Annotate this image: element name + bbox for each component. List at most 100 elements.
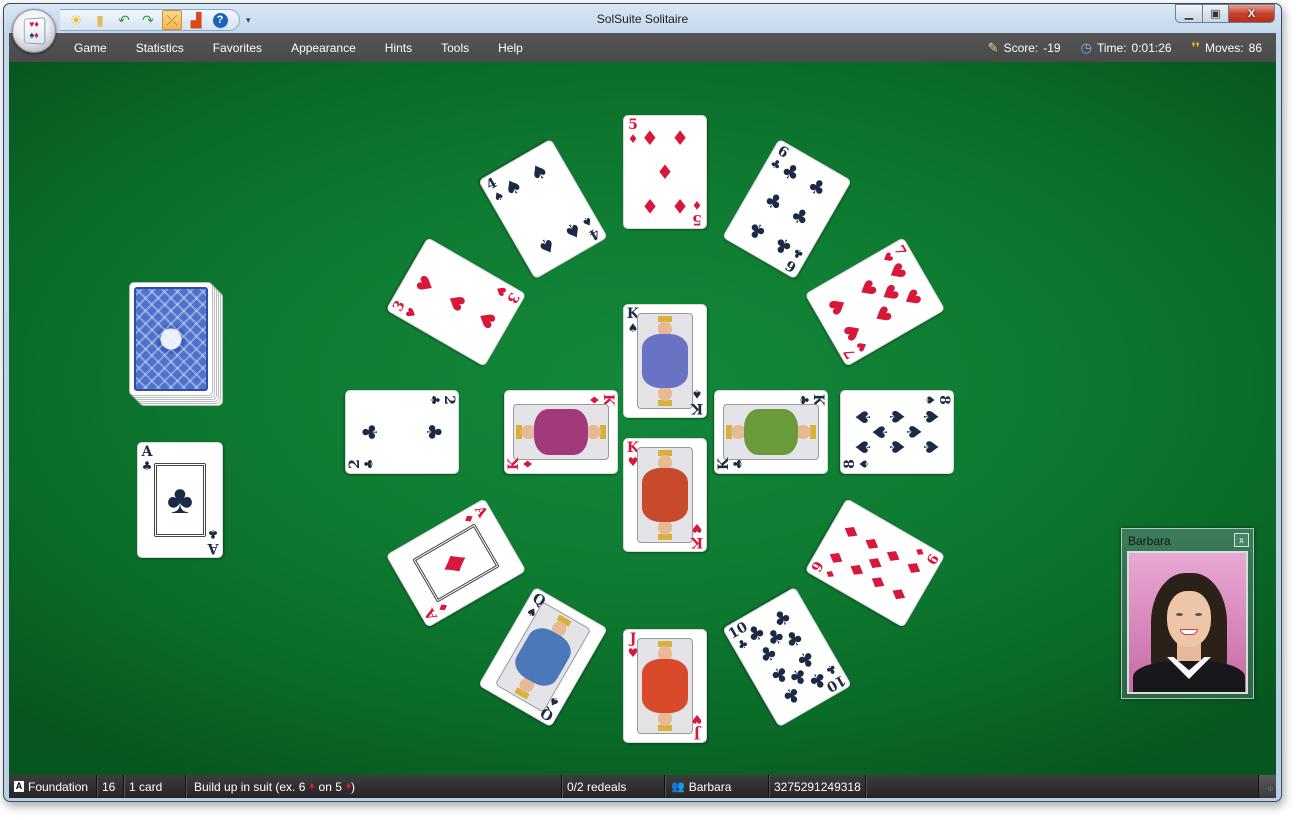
app-window: SolSuite Solitaire ▁ ▣ X ♥♦ ♠♦ ☀ ▮ ↶ ↷ ⤫ ▟? ▾ … xyxy=(3,3,1282,802)
main-menu: Game Statistics Favorites Appearance Hints To… xyxy=(62,41,536,55)
court-figure xyxy=(637,638,693,734)
card-jack-hearts[interactable]: J ♥ J ♥ xyxy=(623,629,707,743)
app-menu-button[interactable]: ♥♦ ♠♦ xyxy=(12,9,56,53)
menu-help[interactable]: Help xyxy=(482,41,536,55)
sun-icon: ☀ xyxy=(69,11,83,28)
card-king-spades[interactable]: K ♠ K ♠ xyxy=(623,304,707,418)
game-table: A ♣ ♣ A ♣ 5 ♦ ♦ ♦ ♦ ♦ ♦ 5 ♦ 6 ♣ ♣ ♣ ♣ ♣ ♣ ♣ 6 ♣ 7 ♥ ♥ ♥ ♥ ♥ ♥ ♥ ♥ 7 ♥ 8 ♠… xyxy=(9,62,1276,775)
suit-pip-icon: ♥ xyxy=(852,275,883,303)
waste-card-ace-clubs[interactable]: A ♣ ♣ A ♣ xyxy=(137,442,223,558)
figure-head xyxy=(658,386,672,401)
minimize-button[interactable]: ▁ xyxy=(1175,4,1203,23)
status-pile: A Foundation xyxy=(9,775,97,798)
figure-head xyxy=(796,425,811,439)
moves-label: Moves: xyxy=(1204,40,1244,55)
figure-head xyxy=(658,711,672,726)
card-seven-hearts[interactable]: 7 ♥ ♥ ♥ ♥ ♥ ♥ ♥ ♥ 7 ♥ xyxy=(804,237,946,367)
bar-chart-icon: ▟ xyxy=(190,11,202,28)
suit-pip-icon: ♥ xyxy=(867,301,898,329)
rule-text: ) xyxy=(350,779,355,794)
card-index: K ♣ xyxy=(716,457,745,471)
status-redeals-value: 0/2 redeals xyxy=(567,779,627,794)
undo-button[interactable]: ↶ xyxy=(114,10,134,30)
suit-pip-icon: ♥ xyxy=(441,288,471,316)
opponent-name: Barbara xyxy=(1128,534,1171,548)
card-four-spades[interactable]: 4 ♠ ♠ ♠ ♠ ♠ 4 ♠ xyxy=(478,138,608,280)
card-pips: ♣ ♣ ♣ ♣ ♣ ♣ ♣ ♣ ♣ ♣ xyxy=(739,600,836,714)
menu-favorites[interactable]: Favorites xyxy=(197,41,275,55)
close-button[interactable]: X xyxy=(1229,4,1275,23)
customize-toolbar-dropdown[interactable]: ▾ xyxy=(246,15,251,26)
figure-robe xyxy=(642,352,688,388)
suit-pip-icon: ♦ xyxy=(656,160,674,184)
status-cards: 1 card xyxy=(124,775,186,798)
menu-tools[interactable]: Tools xyxy=(425,41,482,55)
clock-icon: ◷ xyxy=(1080,39,1092,55)
time-stat: ◷ Time: 0:01:26 xyxy=(1081,40,1172,56)
suit-pip-icon: ♣ xyxy=(777,157,805,187)
card-ace-diamonds[interactable]: A ♦ ♦ A ♦ xyxy=(385,498,527,628)
figure-robe xyxy=(642,486,688,522)
card-ten-clubs[interactable]: 10 ♣ ♣ ♣ ♣ ♣ ♣ ♣ ♣ ♣ ♣ ♣ 10 ♣ xyxy=(722,586,852,728)
status-rule: Build up in suit (ex. 6 ♦ on 5 ♦) xyxy=(186,775,562,798)
redo-arrow-icon: ↷ xyxy=(142,11,154,28)
menu-appearance[interactable]: Appearance xyxy=(275,41,369,55)
ace-center-pip: ♦ xyxy=(412,523,500,603)
suit-pip-icon: ♠ xyxy=(559,216,587,246)
suit-pip-icon: ♥ xyxy=(874,279,905,308)
menu-hints[interactable]: Hints xyxy=(369,41,425,55)
statistics-button[interactable]: ▟ xyxy=(186,10,206,30)
redo-button[interactable]: ↷ xyxy=(138,10,158,30)
suit-pip-icon: ♥ xyxy=(897,284,927,312)
footprints-icon: ❜❜ xyxy=(1191,39,1200,55)
card-eight-spades[interactable]: 8 ♠ ♠ ♠ ♠ ♠ ♠ ♠ ♠ ♠ 8 ♠ xyxy=(840,390,954,474)
court-figure xyxy=(637,313,693,409)
status-player: 👥 Barbara xyxy=(665,775,769,798)
card-index: J ♥ xyxy=(691,712,703,741)
card-pips: ♣ ♣ ♣ ♣ ♣ ♣ xyxy=(739,152,836,266)
card-three-hearts[interactable]: 3 ♥ ♥ ♥ ♥ 3 ♥ xyxy=(385,237,527,367)
maximize-icon: ▣ xyxy=(1210,8,1221,20)
game-stats: ✎ Score: -19 ◷ Time: 0:01:26 ❜❜ Moves: 8… xyxy=(988,33,1262,62)
suit-pip-icon: ♠ xyxy=(851,438,875,457)
court-figure-half xyxy=(638,486,692,542)
suit-pip-icon: ♦ xyxy=(640,126,659,150)
opponent-panel[interactable]: Barbara x xyxy=(1121,528,1254,699)
card-five-diamonds[interactable]: 5 ♦ ♦ ♦ ♦ ♦ ♦ 5 ♦ xyxy=(623,115,707,229)
ace-center-pip: ♣ xyxy=(154,463,206,537)
folder-icon: ▮ xyxy=(96,11,104,28)
figure-head xyxy=(586,425,601,439)
suit-pip-icon: ♥ xyxy=(471,305,502,334)
hint-button[interactable]: ⤫ xyxy=(162,10,182,30)
card-six-clubs[interactable]: 6 ♣ ♣ ♣ ♣ ♣ ♣ ♣ 6 ♣ xyxy=(722,138,852,280)
undo-arrow-icon: ↶ xyxy=(118,11,130,28)
status-game-number: 3275291249318 xyxy=(769,775,866,798)
card-index: K ♠ xyxy=(690,387,704,416)
opponent-close-button[interactable]: x xyxy=(1234,533,1249,547)
card-index-top: A ♣ xyxy=(141,444,153,473)
card-king-hearts[interactable]: K ♥ K ♥ xyxy=(623,438,707,552)
avatar-face xyxy=(1167,591,1211,647)
card-index-bottom: A ♣ xyxy=(207,527,219,556)
card-king-diamonds[interactable]: K ♦ K ♦ xyxy=(504,390,618,474)
help-button[interactable]: ? xyxy=(210,10,230,30)
help-icon: ? xyxy=(212,12,228,28)
card-pips: ♥ ♥ ♥ xyxy=(399,254,513,351)
card-index: 8 ♠ xyxy=(842,458,871,470)
new-game-button[interactable]: ☀ xyxy=(66,10,86,30)
card-queen-spades[interactable]: Q ♠ Q ♠ xyxy=(478,586,608,728)
card-back[interactable] xyxy=(129,282,213,396)
menu-statistics[interactable]: Statistics xyxy=(120,41,197,55)
maximize-button[interactable]: ▣ xyxy=(1203,4,1229,23)
suit-pip-icon: ♠ xyxy=(525,157,553,187)
menu-game[interactable]: Game xyxy=(62,41,120,55)
open-button[interactable]: ▮ xyxy=(90,10,110,30)
card-king-clubs[interactable]: K ♣ K ♣ xyxy=(714,390,828,474)
card-nine-diamonds[interactable]: 9 ♦ ♦ ♦ ♦ ♦ ♦ ♦ ♦ ♦ ♦ 9 ♦ xyxy=(804,498,946,628)
card-pips: ♣ ♣ xyxy=(352,405,452,459)
minimize-icon: ▁ xyxy=(1184,8,1194,20)
card-two-clubs[interactable]: 2 ♣ ♣ ♣ 2 ♣ xyxy=(345,390,459,474)
resize-grip[interactable]: ⁘ xyxy=(1258,775,1276,798)
diamond-icon: ♦ xyxy=(309,781,315,792)
quick-access-toolbar: ☀ ▮ ↶ ↷ ⤫ ▟? xyxy=(60,9,240,31)
